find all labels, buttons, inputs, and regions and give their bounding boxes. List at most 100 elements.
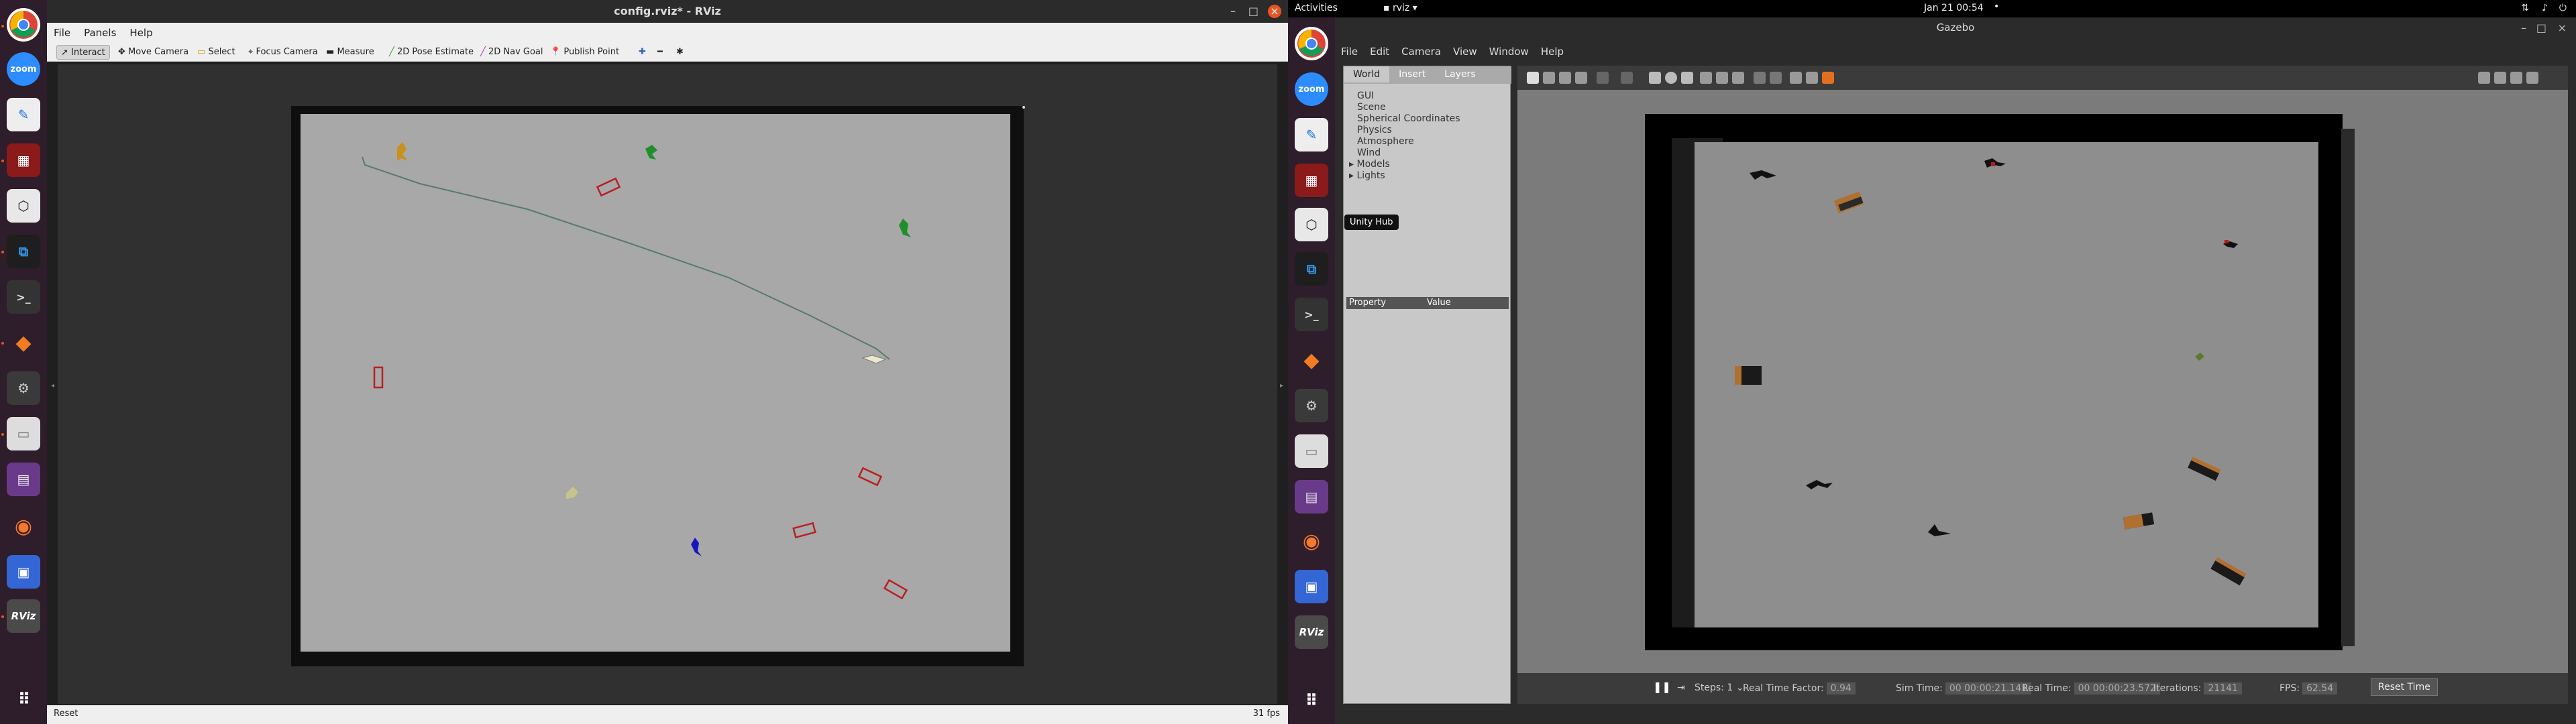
tree-item-lights[interactable]: ▸ Lights (1349, 170, 1460, 182)
video-record-icon[interactable] (2526, 72, 2538, 84)
video-app-icon[interactable]: ▦ (1295, 164, 1328, 197)
menu-file[interactable]: File (1335, 43, 1364, 60)
box-shape-icon[interactable] (1649, 72, 1661, 84)
maximize-icon[interactable]: □ (2536, 21, 2546, 34)
add-tool-icon[interactable]: ✚ (635, 45, 650, 60)
paste-icon[interactable] (1770, 72, 1782, 84)
move-camera-tool[interactable]: ✥ Move Camera (114, 45, 193, 60)
menu-view[interactable]: View (1447, 43, 1483, 60)
video-app-icon[interactable]: ▦ (7, 143, 40, 177)
text-editor-icon[interactable]: ✎ (1295, 118, 1328, 152)
reset-time-button[interactable]: Reset Time (2371, 678, 2438, 696)
gazebo-3d-view[interactable] (1517, 90, 2568, 704)
tree-item-physics[interactable]: Physics (1357, 125, 1460, 136)
chrome-icon[interactable] (7, 8, 40, 42)
tab-insert[interactable]: Insert (1389, 66, 1435, 82)
zoom-icon[interactable]: zoom (7, 52, 40, 86)
rviz-3d-view[interactable] (58, 64, 1277, 704)
app-grid-icon[interactable]: ⠿ (1295, 684, 1328, 717)
translate-icon[interactable] (1543, 72, 1555, 84)
copy-icon[interactable] (1754, 72, 1766, 84)
tree-item-spherical[interactable]: Spherical Coordinates (1357, 113, 1460, 125)
scale-icon[interactable] (1575, 72, 1587, 84)
rviz-icon[interactable]: RViz (7, 599, 40, 633)
point-light-icon[interactable] (1700, 72, 1712, 84)
cylinder-shape-icon[interactable] (1681, 72, 1693, 84)
zoom-icon[interactable]: zoom (1295, 72, 1328, 106)
text-editor-icon[interactable]: ✎ (7, 98, 40, 131)
volume-icon[interactable]: ♪ (2542, 3, 2548, 13)
left-collapse-icon[interactable]: ◂ (51, 382, 54, 389)
clock[interactable]: Jan 21 00:54 (1924, 3, 1984, 13)
rotate-icon[interactable] (1559, 72, 1571, 84)
terminal-icon[interactable]: >_ (1295, 298, 1328, 331)
app-indicator[interactable]: ▪ rviz ▾ (1383, 3, 1417, 13)
snap-icon[interactable] (1806, 72, 1818, 84)
menu-file[interactable]: File (47, 23, 77, 43)
blender-icon[interactable]: ◉ (7, 509, 40, 543)
vscode-icon[interactable]: ⧉ (7, 235, 40, 268)
terminal-icon[interactable]: >_ (7, 280, 40, 314)
close-icon[interactable]: × (2558, 21, 2567, 34)
step-icon[interactable]: ⇥ (1677, 682, 1685, 693)
select-arrow-icon[interactable] (1527, 72, 1539, 84)
align-icon[interactable] (1790, 72, 1802, 84)
directional-light-icon[interactable] (1732, 72, 1744, 84)
network-icon[interactable]: ⇅ (2521, 3, 2529, 13)
log-icon[interactable] (2494, 72, 2506, 84)
blender-icon[interactable]: ◉ (1295, 524, 1328, 558)
screenshot-tool-icon[interactable] (2478, 72, 2490, 84)
unity-hub-icon[interactable]: ⬡ (1295, 208, 1328, 241)
nav-goal-tool[interactable]: ╱ 2D Nav Goal (476, 45, 547, 60)
undo-icon[interactable] (1597, 72, 1609, 84)
redo-icon[interactable] (1621, 72, 1633, 84)
close-icon[interactable]: × (1268, 5, 1281, 18)
files-icon[interactable]: ▭ (7, 417, 40, 450)
steps-value[interactable]: 1 (1727, 682, 1733, 693)
media-app-icon[interactable]: ▤ (1295, 480, 1328, 514)
tree-item-scene[interactable]: Scene (1357, 102, 1460, 113)
activities-button[interactable]: Activities (1295, 3, 1338, 13)
menu-help[interactable]: Help (123, 23, 159, 43)
reset-button[interactable]: Reset (54, 709, 78, 719)
layers-app-icon[interactable]: ◆ (7, 326, 40, 359)
tool-settings-icon[interactable]: ✱ (672, 45, 688, 60)
vscode-icon[interactable]: ⧉ (1295, 252, 1328, 286)
media-app-icon[interactable]: ▤ (7, 463, 40, 496)
pose-estimate-tool[interactable]: ╱ 2D Pose Estimate (385, 45, 478, 60)
files-icon[interactable]: ▭ (1295, 434, 1328, 468)
plot-icon[interactable] (2510, 72, 2522, 84)
chrome-icon[interactable] (1295, 27, 1328, 60)
focus-camera-tool[interactable]: ⌖ Focus Camera (244, 45, 322, 60)
pause-icon[interactable]: ❚❚ (1653, 680, 1671, 693)
sphere-shape-icon[interactable] (1665, 72, 1677, 84)
tree-item-gui[interactable]: GUI (1357, 90, 1460, 102)
tab-world[interactable]: World (1344, 66, 1390, 82)
publish-point-tool[interactable]: 📍 Publish Point (546, 45, 623, 60)
tree-item-models[interactable]: ▸ Models (1349, 159, 1460, 170)
orange-mode-icon[interactable] (1822, 72, 1834, 84)
minimize-icon[interactable]: – (1230, 0, 1236, 23)
menu-edit[interactable]: Edit (1364, 43, 1395, 60)
interact-tool[interactable]: ➚ Interact (56, 45, 110, 60)
menu-camera[interactable]: Camera (1395, 43, 1447, 60)
maximize-icon[interactable]: □ (1248, 0, 1258, 23)
power-icon[interactable]: ⏻ (2559, 3, 2567, 13)
tree-item-wind[interactable]: Wind (1357, 147, 1460, 159)
rviz-icon[interactable]: RViz (1295, 615, 1328, 649)
screenshot-icon[interactable]: ▣ (1295, 570, 1328, 603)
screenshot-icon[interactable]: ▣ (7, 555, 40, 589)
menu-help[interactable]: Help (1535, 43, 1570, 60)
select-tool[interactable]: ▭ Select (193, 45, 239, 60)
layers-app-icon[interactable]: ◆ (1295, 343, 1328, 377)
measure-tool[interactable]: ▬ Measure (322, 45, 378, 60)
menu-window[interactable]: Window (1483, 43, 1535, 60)
spot-light-icon[interactable] (1716, 72, 1728, 84)
rqt-icon[interactable]: ⚙ (1295, 389, 1328, 422)
remove-tool-icon[interactable]: ━ (653, 45, 667, 60)
right-collapse-icon[interactable]: ▸ (1280, 382, 1283, 389)
unity-hub-icon[interactable]: ⬡ (7, 189, 40, 223)
tree-item-atmosphere[interactable]: Atmosphere (1357, 136, 1460, 147)
minimize-icon[interactable]: – (2521, 21, 2526, 34)
menu-panels[interactable]: Panels (77, 23, 123, 43)
